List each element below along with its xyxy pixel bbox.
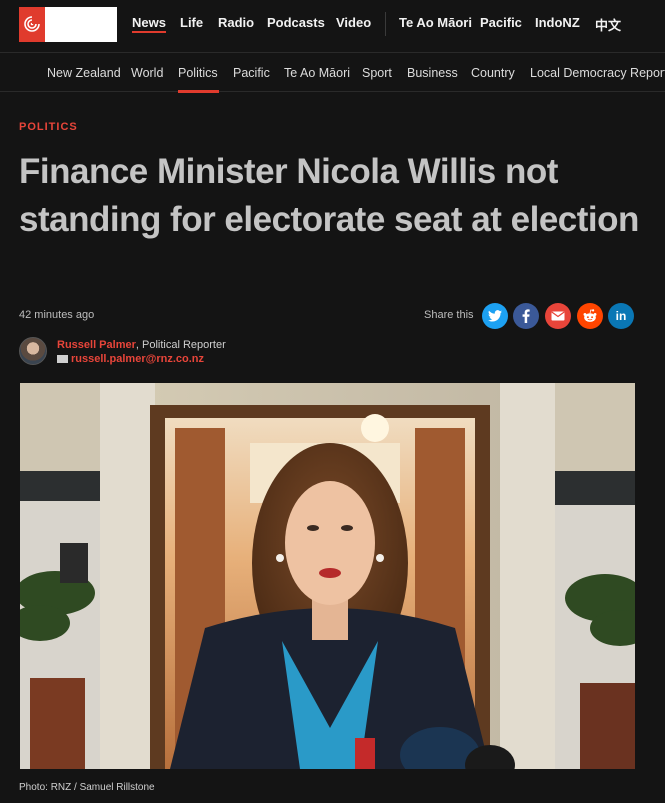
nav-life[interactable]: Life xyxy=(180,15,203,30)
twitter-share-button[interactable] xyxy=(482,303,508,329)
logo-wordmark-area[interactable] xyxy=(45,7,117,42)
twitter-icon xyxy=(488,310,502,322)
linkedin-icon: in xyxy=(615,309,627,323)
top-bar: News Life Radio Podcasts Video Te Ao Māo… xyxy=(0,0,665,50)
reddit-share-button[interactable] xyxy=(577,303,603,329)
facebook-share-button[interactable] xyxy=(513,303,539,329)
author-role: , Political Reporter xyxy=(135,339,226,351)
section-pacific[interactable]: Pacific xyxy=(233,66,270,80)
nav-video[interactable]: Video xyxy=(336,15,371,30)
section-nav: New Zealand World Politics Pacific Te Ao… xyxy=(0,52,665,93)
rnz-logo[interactable] xyxy=(19,7,45,42)
photo-caption: Photo: RNZ / Samuel Rillstone xyxy=(19,782,155,793)
rnz-logo-icon xyxy=(24,15,41,32)
section-business[interactable]: Business xyxy=(407,66,458,80)
author-email[interactable]: russell.palmer@rnz.co.nz xyxy=(57,353,204,365)
section-sport[interactable]: Sport xyxy=(362,66,392,80)
section-country[interactable]: Country xyxy=(471,66,515,80)
byline: Russell Palmer, Political Reporter xyxy=(57,339,226,351)
hero-photo-illustration xyxy=(20,383,635,769)
active-section-indicator xyxy=(178,90,219,93)
nav-news[interactable]: News xyxy=(132,15,166,33)
nav-divider xyxy=(385,12,386,36)
nav-radio[interactable]: Radio xyxy=(218,15,254,30)
section-local-democracy[interactable]: Local Democracy Reporti xyxy=(530,66,665,80)
nav-indonz[interactable]: IndoNZ xyxy=(535,15,580,30)
email-icon xyxy=(57,355,68,363)
section-new-zealand[interactable]: New Zealand xyxy=(47,66,121,80)
share-label: Share this xyxy=(424,309,474,321)
article-timestamp: 42 minutes ago xyxy=(19,309,95,321)
nav-pacific[interactable]: Pacific xyxy=(480,15,522,30)
reddit-icon xyxy=(583,309,597,322)
author-avatar[interactable] xyxy=(19,337,47,365)
email-share-button[interactable] xyxy=(545,303,571,329)
nav-te-ao-maori[interactable]: Te Ao Māori xyxy=(399,15,472,30)
facebook-icon xyxy=(522,309,530,323)
linkedin-share-button[interactable]: in xyxy=(608,303,634,329)
section-te-ao-maori[interactable]: Te Ao Māori xyxy=(284,66,350,80)
article-kicker[interactable]: POLITICS xyxy=(19,121,78,133)
section-politics[interactable]: Politics xyxy=(178,66,218,80)
section-world[interactable]: World xyxy=(131,66,163,80)
nav-podcasts[interactable]: Podcasts xyxy=(267,15,325,30)
author-name-link[interactable]: Russell Palmer xyxy=(57,339,136,351)
author-email-link[interactable]: russell.palmer@rnz.co.nz xyxy=(71,353,204,365)
article-headline: Finance Minister Nicola Willis not stand… xyxy=(19,152,639,239)
hero-photo xyxy=(20,383,635,769)
envelope-icon xyxy=(551,311,565,321)
nav-chinese[interactable]: 中文 xyxy=(595,15,621,34)
